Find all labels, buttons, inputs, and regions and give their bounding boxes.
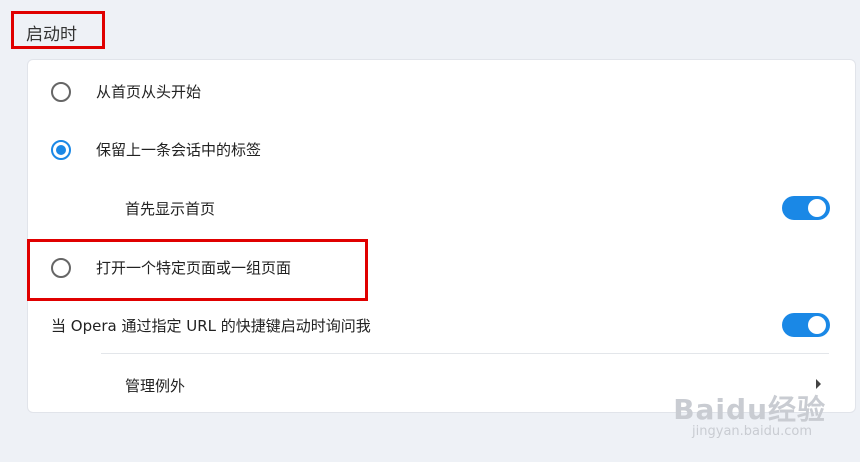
manage-exceptions-row[interactable]: 管理例外 [125, 375, 185, 396]
url-prompt-toggle[interactable] [782, 313, 830, 337]
radio-option-home[interactable]: 从首页从头开始 [51, 81, 201, 102]
divider [101, 353, 829, 354]
radio-label: 保留上一条会话中的标签 [96, 141, 262, 159]
title-highlight-box [11, 11, 105, 49]
radio-button[interactable] [51, 81, 71, 102]
url-prompt-label: 当 Opera 通过指定 URL 的快捷键启动时询问我 [51, 317, 371, 335]
radio-option-continue[interactable]: 保留上一条会话中的标签 [51, 139, 261, 160]
show-home-first-toggle[interactable] [782, 196, 830, 220]
sub-option-label: 首先显示首页 [125, 200, 216, 218]
watermark-logo: Baidu经验 [673, 393, 826, 426]
startup-settings-card [27, 59, 856, 413]
option-highlight-box [27, 239, 368, 301]
radio-button-selected[interactable] [51, 139, 71, 160]
radio-label: 从首页从头开始 [96, 83, 202, 101]
manage-exceptions-label: 管理例外 [125, 377, 186, 395]
watermark-url: jingyan.baidu.com [692, 424, 812, 439]
